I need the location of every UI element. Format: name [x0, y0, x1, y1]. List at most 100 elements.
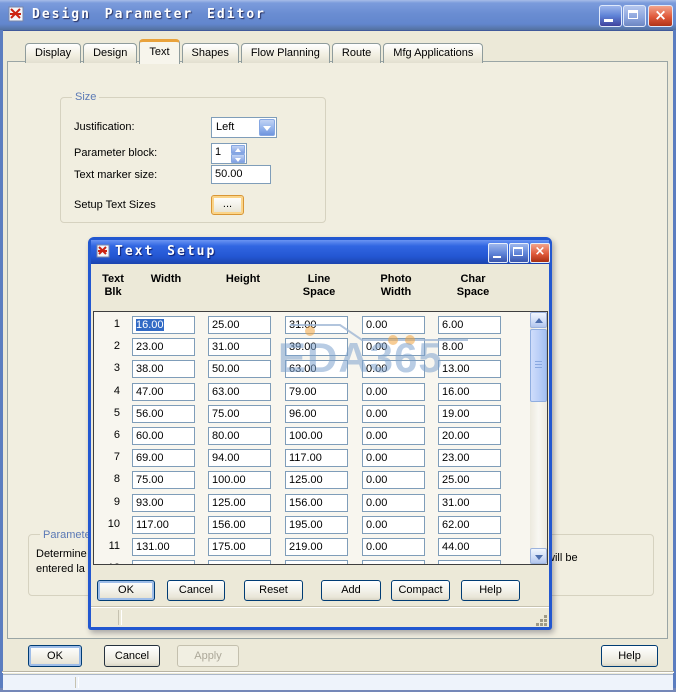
cell-char_space-row-7[interactable]: 23.00 [438, 449, 501, 467]
cell-char_space-row-2[interactable]: 8.00 [438, 338, 501, 356]
cell-line_space-row-8[interactable]: 125.00 [285, 471, 348, 489]
ok-button[interactable]: OK [97, 580, 155, 601]
cell-char_space-row-5[interactable]: 19.00 [438, 405, 501, 423]
cell-photo_width-row-7[interactable]: 0.00 [362, 449, 425, 467]
cell-line_space-row-4[interactable]: 79.00 [285, 383, 348, 401]
minimize-button[interactable] [599, 5, 622, 27]
cell-height-row-1[interactable]: 25.00 [208, 316, 271, 334]
cell-line_space-row-7[interactable]: 117.00 [285, 449, 348, 467]
cell-height-row-4[interactable]: 63.00 [208, 383, 271, 401]
resize-grip[interactable] [535, 614, 547, 626]
cell-width-row-3[interactable]: 38.00 [132, 360, 195, 378]
selected-cell-text: 16.00 [136, 319, 164, 331]
cell-height-row-11[interactable]: 175.00 [208, 538, 271, 556]
cell-char_space-row-8[interactable]: 25.00 [438, 471, 501, 489]
cell-photo_width-row-5[interactable]: 0.00 [362, 405, 425, 423]
cell-width-row-12[interactable]: 141.00 [132, 560, 195, 565]
cell-char_space-row-4[interactable]: 16.00 [438, 383, 501, 401]
cell-line_space-row-3[interactable]: 63.00 [285, 360, 348, 378]
spin-down-icon[interactable] [231, 154, 245, 163]
tab-mfg-applications[interactable]: Mfg Applications [383, 43, 483, 63]
cell-width-row-9[interactable]: 93.00 [132, 494, 195, 512]
cell-photo_width-row-9[interactable]: 0.00 [362, 494, 425, 512]
help-button[interactable]: Help [461, 580, 520, 601]
cell-height-row-9[interactable]: 125.00 [208, 494, 271, 512]
cell-photo_width-row-12[interactable]: 0.00 [362, 560, 425, 565]
cell-photo_width-row-4[interactable]: 0.00 [362, 383, 425, 401]
dialog-close-button[interactable]: × [530, 243, 550, 263]
cell-width-row-8[interactable]: 75.00 [132, 471, 195, 489]
tab-flow-planning[interactable]: Flow Planning [241, 43, 330, 63]
cell-char_space-row-10[interactable]: 62.00 [438, 516, 501, 534]
cell-line_space-row-10[interactable]: 195.00 [285, 516, 348, 534]
maximize-icon [513, 247, 523, 256]
scroll-up-button[interactable] [530, 312, 547, 328]
cell-line_space-row-2[interactable]: 39.00 [285, 338, 348, 356]
tab-shapes[interactable]: Shapes [182, 43, 239, 63]
dialog-maximize-button[interactable] [509, 243, 529, 263]
cell-photo_width-row-1[interactable]: 0.00 [362, 316, 425, 334]
cell-height-row-6[interactable]: 80.00 [208, 427, 271, 445]
cell-width-row-6[interactable]: 60.00 [132, 427, 195, 445]
cancel-button[interactable]: Cancel [104, 645, 160, 667]
cell-char_space-row-6[interactable]: 20.00 [438, 427, 501, 445]
spin-up-icon[interactable] [231, 145, 245, 154]
cell-char_space-row-3[interactable]: 13.00 [438, 360, 501, 378]
cell-height-row-8[interactable]: 100.00 [208, 471, 271, 489]
text-marker-size-label: Text marker size: [74, 169, 157, 181]
cell-line_space-row-12[interactable]: 235.00 [285, 560, 348, 565]
dialog-minimize-button[interactable] [488, 243, 508, 263]
maximize-icon [628, 10, 638, 19]
reset-button[interactable]: Reset [244, 580, 303, 601]
cell-width-row-1[interactable]: 16.00 [132, 316, 195, 334]
cell-photo_width-row-2[interactable]: 0.00 [362, 338, 425, 356]
tab-design[interactable]: Design [83, 43, 137, 63]
cell-height-row-12[interactable]: 188.00 [208, 560, 271, 565]
tab-display[interactable]: Display [25, 43, 81, 63]
cell-height-row-5[interactable]: 75.00 [208, 405, 271, 423]
cell-line_space-row-5[interactable]: 96.00 [285, 405, 348, 423]
compact-button[interactable]: Compact [391, 580, 450, 601]
cell-height-row-3[interactable]: 50.00 [208, 360, 271, 378]
cell-width-row-10[interactable]: 117.00 [132, 516, 195, 534]
chevron-down-icon[interactable] [259, 119, 275, 136]
cell-line_space-row-11[interactable]: 219.00 [285, 538, 348, 556]
cell-width-row-4[interactable]: 47.00 [132, 383, 195, 401]
column-header-width: Width [141, 273, 191, 286]
maximize-button[interactable] [623, 5, 646, 27]
cell-photo_width-row-10[interactable]: 0.00 [362, 516, 425, 534]
cell-photo_width-row-11[interactable]: 0.00 [362, 538, 425, 556]
setup-text-sizes-button[interactable]: ... [211, 195, 244, 215]
cell-photo_width-row-3[interactable]: 0.00 [362, 360, 425, 378]
tab-route[interactable]: Route [332, 43, 381, 63]
cell-char_space-row-1[interactable]: 6.00 [438, 316, 501, 334]
add-button[interactable]: Add [321, 580, 381, 601]
help-button[interactable]: Help [601, 645, 658, 667]
close-button[interactable]: × [648, 5, 673, 27]
text-marker-size-input[interactable]: 50.00 [211, 165, 271, 184]
cell-line_space-row-1[interactable]: 31.00 [285, 316, 348, 334]
cell-line_space-row-6[interactable]: 100.00 [285, 427, 348, 445]
cell-char_space-row-9[interactable]: 31.00 [438, 494, 501, 512]
cell-width-row-7[interactable]: 69.00 [132, 449, 195, 467]
cell-char_space-row-11[interactable]: 44.00 [438, 538, 501, 556]
vertical-scrollbar[interactable] [530, 312, 547, 564]
cell-photo_width-row-8[interactable]: 0.00 [362, 471, 425, 489]
cell-width-row-11[interactable]: 131.00 [132, 538, 195, 556]
scrollbar-thumb[interactable] [530, 329, 547, 402]
cell-height-row-2[interactable]: 31.00 [208, 338, 271, 356]
cell-width-row-5[interactable]: 56.00 [132, 405, 195, 423]
apply-button[interactable]: Apply [177, 645, 239, 667]
cell-photo_width-row-6[interactable]: 0.00 [362, 427, 425, 445]
ok-button[interactable]: OK [28, 645, 82, 667]
cancel-button[interactable]: Cancel [167, 580, 225, 601]
parameter-block-stepper[interactable]: 1 [211, 143, 247, 164]
tab-text[interactable]: Text [139, 39, 179, 64]
cell-width-row-2[interactable]: 23.00 [132, 338, 195, 356]
cell-line_space-row-9[interactable]: 156.00 [285, 494, 348, 512]
cell-height-row-10[interactable]: 156.00 [208, 516, 271, 534]
scroll-down-button[interactable] [530, 548, 547, 564]
justification-select[interactable]: Left [211, 117, 277, 138]
cell-char_space-row-12[interactable]: 47.00 [438, 560, 501, 565]
cell-height-row-7[interactable]: 94.00 [208, 449, 271, 467]
